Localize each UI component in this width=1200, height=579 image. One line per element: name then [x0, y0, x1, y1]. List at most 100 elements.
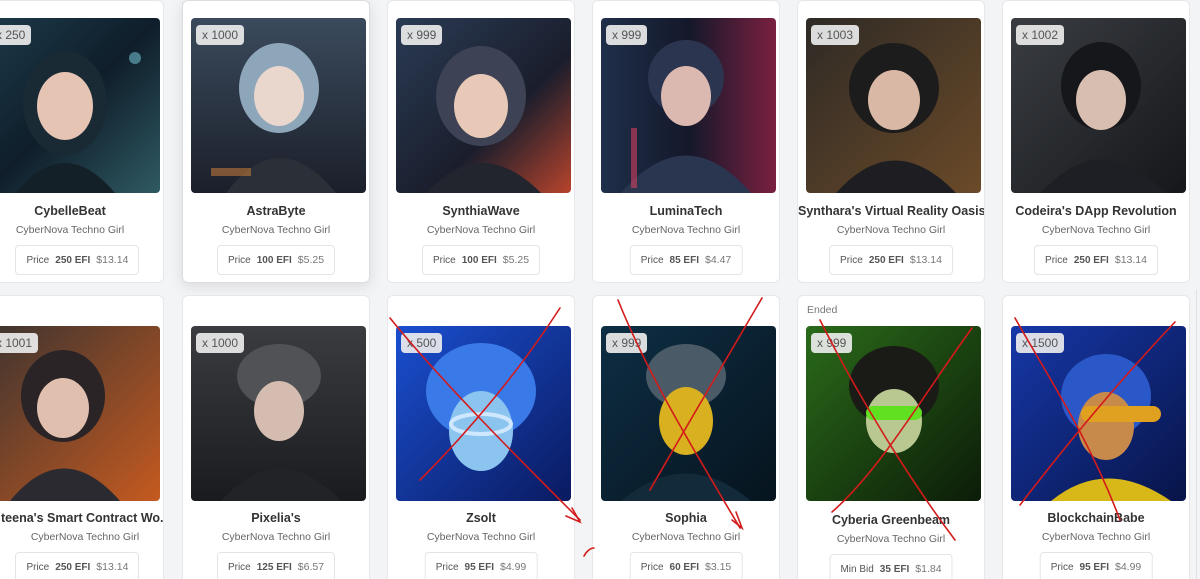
collection-name[interactable]: CyberNova Techno Girl	[388, 531, 574, 543]
price-label: Price	[840, 254, 863, 266]
nft-title[interactable]: Synthara's Virtual Reality Oasis	[798, 204, 984, 218]
nft-title[interactable]: CybelleBeat	[0, 204, 163, 218]
price-tag[interactable]: Price 250 EFI $13.14	[1034, 245, 1158, 275]
price-tag[interactable]: Price 250 EFI $13.14	[829, 245, 953, 275]
collection-name[interactable]: CyberNova Techno Girl	[0, 224, 163, 236]
nft-image[interactable]: x 999	[806, 326, 981, 501]
nft-title[interactable]: Pixelia's	[183, 511, 369, 525]
price-amount: 60 EFI	[669, 561, 699, 573]
price-usd: $3.15	[704, 561, 732, 573]
nft-title[interactable]: SynthiaWave	[388, 204, 574, 218]
price-usd: $13.14	[96, 254, 129, 266]
nft-title[interactable]: LuminaTech	[593, 204, 779, 218]
price-tag[interactable]: Price 100 EFI $5.25	[421, 245, 541, 275]
price-label: Price	[1050, 561, 1074, 573]
price-usd: $4.99	[499, 561, 527, 573]
price-tag[interactable]: Price 85 EFI $4.47	[629, 245, 743, 275]
collection-name[interactable]: CyberNova Techno Girl	[1003, 531, 1189, 543]
nft-image[interactable]: x 999	[396, 18, 571, 193]
nft-card[interactable]: x 1001 teena's Smart Contract Wo... Cybe…	[0, 295, 164, 579]
status-label: Ended	[807, 304, 838, 316]
price-tag[interactable]: Price 250 EFI $13.14	[15, 245, 140, 275]
price-label: Price	[26, 254, 50, 266]
nft-image[interactable]: x 1003	[806, 18, 981, 193]
nft-image[interactable]: x 1500	[1011, 326, 1186, 501]
nft-image[interactable]: x 1000	[191, 326, 366, 501]
nft-card[interactable]: Ended x 999 Cyberia Greenbeam CyberNova …	[797, 295, 985, 579]
nft-card[interactable]: x 999 Sophia CyberNova Techno Girl Price…	[592, 295, 780, 579]
nft-title[interactable]: Codeira's DApp Revolution	[1003, 204, 1189, 218]
nft-card[interactable]: x 1003 Synthara's Virtual Reality Oasis …	[797, 0, 985, 283]
nft-title[interactable]: BlockchainBabe	[1003, 511, 1189, 525]
price-usd: $13.14	[909, 254, 942, 266]
quantity-badge: x 1003	[811, 25, 860, 45]
nft-image[interactable]: x 999	[601, 326, 776, 501]
nft-title[interactable]: teena's Smart Contract Wo...	[1, 511, 163, 525]
price-usd: $5.25	[502, 254, 530, 266]
nft-card[interactable]: x 250 CybelleBeat CyberNova Techno Girl …	[0, 0, 164, 283]
nft-image[interactable]: x 999	[601, 18, 776, 193]
quantity-badge: x 250	[0, 25, 32, 45]
nft-image[interactable]: x 1002	[1011, 18, 1186, 193]
price-label: Price	[640, 254, 664, 266]
nft-card[interactable]: x 999 LuminaTech CyberNova Techno Girl P…	[592, 0, 780, 283]
collection-name[interactable]: CyberNova Techno Girl	[7, 531, 163, 543]
price-tag[interactable]: Price 100 EFI $5.25	[216, 245, 336, 275]
nft-title[interactable]: Zsolt	[388, 511, 574, 525]
price-usd: $4.99	[1114, 561, 1142, 573]
nft-image[interactable]: x 1001	[0, 326, 160, 501]
nft-card[interactable]: x 1500 BlockchainBabe CyberNova Techno G…	[1002, 295, 1190, 579]
price-tag[interactable]: Price 95 EFI $4.99	[424, 552, 538, 579]
quantity-badge: x 999	[606, 333, 648, 353]
collection-name[interactable]: CyberNova Techno Girl	[183, 531, 369, 543]
quantity-badge: x 999	[811, 333, 853, 353]
price-tag[interactable]: Price 60 EFI $3.15	[629, 552, 743, 579]
collection-name[interactable]: CyberNova Techno Girl	[183, 224, 369, 236]
quantity-badge: x 1000	[196, 333, 245, 353]
price-usd: $5.25	[297, 254, 325, 266]
price-usd: $4.47	[704, 254, 732, 266]
nft-card[interactable]: x 999 SynthiaWave CyberNova Techno Girl …	[387, 0, 575, 283]
nft-image[interactable]: x 250	[0, 18, 160, 193]
price-amount: 125 EFI	[256, 561, 292, 573]
price-amount: 35 EFI	[879, 563, 910, 575]
divider	[1196, 290, 1197, 579]
collection-name[interactable]: CyberNova Techno Girl	[1003, 224, 1189, 236]
price-usd: $13.14	[96, 561, 129, 573]
price-label: Min Bid	[840, 563, 874, 575]
quantity-badge: x 1000	[196, 25, 245, 45]
price-amount: 250 EFI	[55, 254, 91, 266]
price-tag[interactable]: Price 95 EFI $4.99	[1039, 552, 1153, 579]
price-amount: 85 EFI	[669, 254, 699, 266]
nft-title[interactable]: AstraByte	[183, 204, 369, 218]
price-tag[interactable]: Min Bid 35 EFI $1.84	[829, 554, 953, 579]
nft-image[interactable]: x 500	[396, 326, 571, 501]
price-label: Price	[26, 561, 50, 573]
collection-name[interactable]: CyberNova Techno Girl	[593, 531, 779, 543]
nft-card[interactable]: x 1002 Codeira's DApp Revolution CyberNo…	[1002, 0, 1190, 283]
nft-image[interactable]: x 1000	[191, 18, 366, 193]
quantity-badge: x 1002	[1016, 25, 1065, 45]
quantity-badge: x 999	[401, 25, 443, 45]
price-tag[interactable]: Price 250 EFI $13.14	[15, 552, 140, 579]
nft-title[interactable]: Cyberia Greenbeam	[798, 513, 984, 527]
price-amount: 100 EFI	[461, 254, 497, 266]
nft-card[interactable]: x 1000 AstraByte CyberNova Techno Girl P…	[182, 0, 370, 283]
price-label: Price	[227, 561, 251, 573]
collection-name[interactable]: CyberNova Techno Girl	[798, 224, 984, 236]
nft-title[interactable]: Sophia	[593, 511, 779, 525]
collection-name[interactable]: CyberNova Techno Girl	[593, 224, 779, 236]
price-tag[interactable]: Price 125 EFI $6.57	[216, 552, 336, 579]
price-usd: $1.84	[915, 563, 942, 575]
price-label: Price	[1045, 254, 1068, 266]
price-label: Price	[640, 561, 664, 573]
price-label: Price	[432, 254, 456, 266]
price-usd: $13.14	[1114, 254, 1147, 266]
collection-name[interactable]: CyberNova Techno Girl	[388, 224, 574, 236]
quantity-badge: x 999	[606, 25, 648, 45]
quantity-badge: x 500	[401, 333, 443, 353]
price-amount: 250 EFI	[868, 254, 904, 266]
nft-card[interactable]: x 1000 Pixelia's CyberNova Techno Girl P…	[182, 295, 370, 579]
collection-name[interactable]: CyberNova Techno Girl	[798, 533, 984, 545]
nft-card[interactable]: x 500 Zsolt CyberNova Techno Girl Price 9…	[387, 295, 575, 579]
